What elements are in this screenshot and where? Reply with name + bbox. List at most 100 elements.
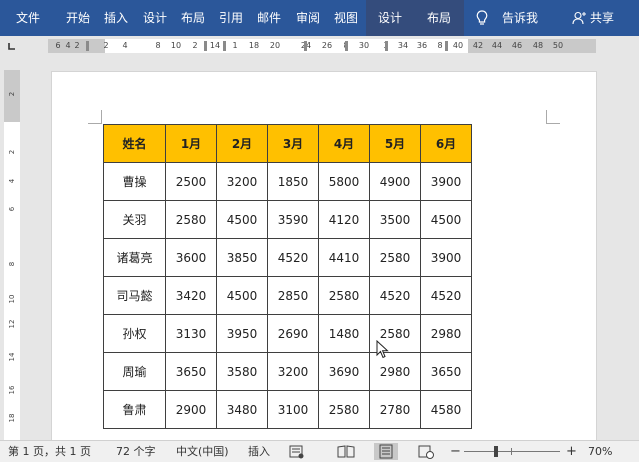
ruler-tick-label: 16 xyxy=(8,385,16,395)
tab-references[interactable]: 引用 xyxy=(213,0,249,36)
name-cell[interactable]: 孙权 xyxy=(103,314,166,353)
tab-table-design[interactable]: 设计 xyxy=(366,0,414,36)
table-column-marker[interactable] xyxy=(304,41,307,51)
print-layout-icon[interactable] xyxy=(374,443,398,460)
document-page[interactable]: 姓名 1月 2月 3月 4月 5月 6月 曹操 2500 3200 1850 5800 4… xyxy=(52,72,596,440)
table-column-marker[interactable] xyxy=(204,41,207,51)
value-cell[interactable]: 3200 xyxy=(216,162,268,201)
zoom-out-button[interactable]: − xyxy=(450,441,461,462)
zoom-in-button[interactable]: + xyxy=(566,441,577,462)
value-cell[interactable]: 3650 xyxy=(165,352,217,391)
language-indicator[interactable]: 中文(中国) xyxy=(176,441,229,462)
ruler-tick-label: 34 xyxy=(397,41,409,50)
value-cell[interactable]: 4900 xyxy=(369,162,421,201)
value-cell[interactable]: 2580 xyxy=(318,276,370,315)
horizontal-ruler[interactable]: 6422481021411820242683033436840424446485… xyxy=(48,39,596,53)
value-cell[interactable]: 4520 xyxy=(369,276,421,315)
data-table[interactable]: 姓名 1月 2月 3月 4月 5月 6月 曹操 2500 3200 1850 5800 4… xyxy=(103,124,472,429)
value-cell[interactable]: 5800 xyxy=(318,162,370,201)
value-cell[interactable]: 3500 xyxy=(369,200,421,239)
header-cell[interactable]: 4月 xyxy=(318,124,370,163)
vertical-ruler[interactable]: 2 2 4 6 8 10 12 14 16 18 xyxy=(4,70,20,440)
ruler-tick-label: 36 xyxy=(416,41,428,50)
header-cell[interactable]: 姓名 xyxy=(103,124,166,163)
value-cell[interactable]: 3580 xyxy=(216,352,268,391)
word-count[interactable]: 72 个字 xyxy=(116,441,156,462)
value-cell[interactable]: 3100 xyxy=(267,390,319,429)
tab-mailings[interactable]: 邮件 xyxy=(251,0,287,36)
tab-design[interactable]: 设计 xyxy=(137,0,173,36)
tab-file[interactable]: 文件 xyxy=(8,0,48,36)
tab-review[interactable]: 审阅 xyxy=(290,0,326,36)
value-cell[interactable]: 4410 xyxy=(318,238,370,277)
tell-me-box[interactable]: 告诉我 xyxy=(476,0,556,36)
name-cell[interactable]: 周瑜 xyxy=(103,352,166,391)
tell-me-label: 告诉我 xyxy=(502,11,539,25)
value-cell[interactable]: 3900 xyxy=(420,238,472,277)
zoom-level[interactable]: 70% xyxy=(588,441,612,462)
value-cell[interactable]: 2850 xyxy=(267,276,319,315)
name-cell[interactable]: 司马懿 xyxy=(103,276,166,315)
zoom-slider-center-mark xyxy=(511,448,512,455)
value-cell[interactable]: 4500 xyxy=(420,200,472,239)
page-count[interactable]: 第 1 页，共 1 页 xyxy=(8,441,91,462)
value-cell[interactable]: 2580 xyxy=(165,200,217,239)
value-cell[interactable]: 2780 xyxy=(369,390,421,429)
zoom-slider[interactable] xyxy=(464,451,560,452)
table-column-marker[interactable] xyxy=(445,41,448,51)
value-cell[interactable]: 3420 xyxy=(165,276,217,315)
value-cell[interactable]: 4120 xyxy=(318,200,370,239)
name-cell[interactable]: 诸葛亮 xyxy=(103,238,166,277)
lightbulb-icon xyxy=(476,10,488,25)
ruler-tick-label: 14 xyxy=(209,41,221,50)
value-cell[interactable]: 3200 xyxy=(267,352,319,391)
read-mode-icon[interactable] xyxy=(334,443,358,460)
value-cell[interactable]: 3650 xyxy=(420,352,472,391)
value-cell[interactable]: 3130 xyxy=(165,314,217,353)
value-cell[interactable]: 3690 xyxy=(318,352,370,391)
value-cell[interactable]: 2690 xyxy=(267,314,319,353)
value-cell[interactable]: 1850 xyxy=(267,162,319,201)
name-cell[interactable]: 关羽 xyxy=(103,200,166,239)
header-cell[interactable]: 6月 xyxy=(420,124,472,163)
tab-table-layout[interactable]: 布局 xyxy=(414,0,464,36)
tab-insert[interactable]: 插入 xyxy=(98,0,134,36)
value-cell[interactable]: 3950 xyxy=(216,314,268,353)
header-cell[interactable]: 1月 xyxy=(165,124,217,163)
value-cell[interactable]: 3480 xyxy=(216,390,268,429)
value-cell[interactable]: 2580 xyxy=(318,390,370,429)
header-cell[interactable]: 5月 xyxy=(369,124,421,163)
name-cell[interactable]: 曹操 xyxy=(103,162,166,201)
value-cell[interactable]: 4520 xyxy=(420,276,472,315)
web-layout-icon[interactable] xyxy=(414,443,438,460)
value-cell[interactable]: 4500 xyxy=(216,276,268,315)
value-cell[interactable]: 3850 xyxy=(216,238,268,277)
table-column-marker[interactable] xyxy=(385,41,388,51)
value-cell[interactable]: 4580 xyxy=(420,390,472,429)
share-button[interactable]: 共享 xyxy=(572,0,632,36)
zoom-slider-thumb[interactable] xyxy=(494,446,498,457)
tab-layout[interactable]: 布局 xyxy=(175,0,211,36)
macro-record-icon[interactable] xyxy=(284,443,308,460)
value-cell[interactable]: 3590 xyxy=(267,200,319,239)
name-cell[interactable]: 鲁肃 xyxy=(103,390,166,429)
value-cell[interactable]: 2980 xyxy=(420,314,472,353)
tab-home[interactable]: 开始 xyxy=(60,0,96,36)
value-cell[interactable]: 2580 xyxy=(369,238,421,277)
value-cell[interactable]: 2900 xyxy=(165,390,217,429)
value-cell[interactable]: 2500 xyxy=(165,162,217,201)
table-column-marker[interactable] xyxy=(223,41,226,51)
header-cell[interactable]: 2月 xyxy=(216,124,268,163)
table-column-marker[interactable] xyxy=(345,41,348,51)
ruler-tick-label: 6 xyxy=(55,41,61,50)
value-cell[interactable]: 3900 xyxy=(420,162,472,201)
tab-stop-selector-icon[interactable] xyxy=(7,41,17,51)
header-cell[interactable]: 3月 xyxy=(267,124,319,163)
value-cell[interactable]: 4520 xyxy=(267,238,319,277)
value-cell[interactable]: 1480 xyxy=(318,314,370,353)
value-cell[interactable]: 3600 xyxy=(165,238,217,277)
table-column-marker[interactable] xyxy=(86,41,89,51)
tab-view[interactable]: 视图 xyxy=(328,0,364,36)
value-cell[interactable]: 4500 xyxy=(216,200,268,239)
insert-mode[interactable]: 插入 xyxy=(248,441,270,462)
